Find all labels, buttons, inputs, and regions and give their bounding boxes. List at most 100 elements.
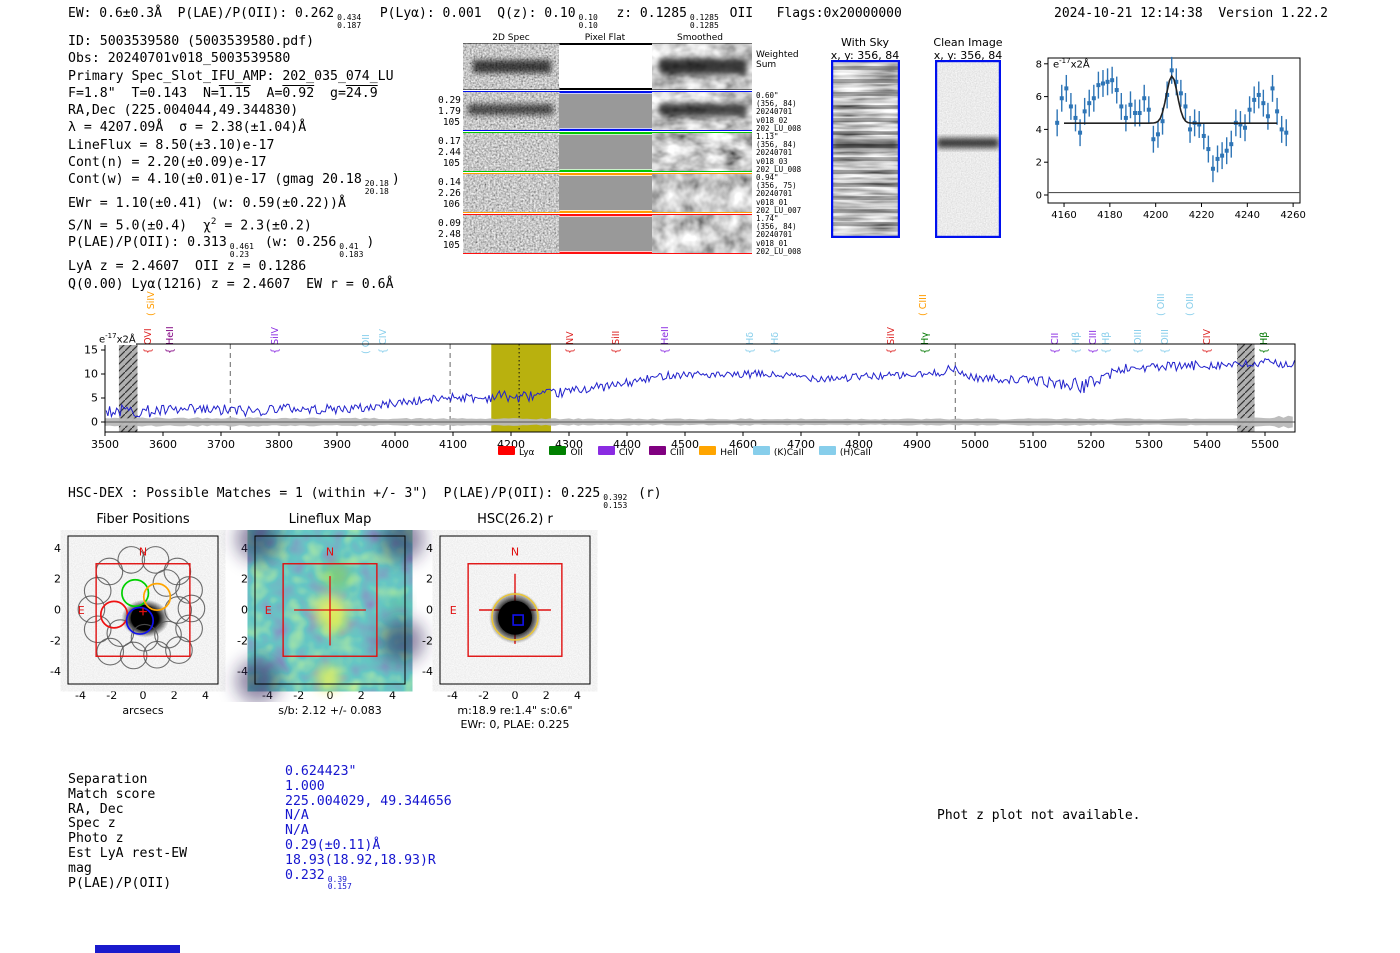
legend-item: (K)CaII <box>752 446 804 458</box>
table-row-label: Photo z <box>68 831 124 847</box>
table-row-value: 1.000 <box>285 778 325 794</box>
table-row: Est LyA rest-EW 0.29(±0.11)Å <box>68 838 380 861</box>
spectrum-legend: Lyα OII CIV CIII HeII (K)CaII (H)CaII <box>498 446 871 458</box>
table-row: mag 18.93(18.92,18.93)R <box>68 853 436 876</box>
svg-text:N: N <box>326 545 334 558</box>
svg-text:15: 15 <box>84 344 98 357</box>
panel-xlabel: arcsecs <box>122 704 164 717</box>
panel-xlabel: m:18.9 re:1.4" s:0.6" <box>457 704 573 717</box>
table-row-value: 0.232 0.39 0.157 <box>285 867 352 892</box>
table-row-label: Spec z <box>68 816 116 832</box>
svg-text:4900: 4900 <box>903 438 931 451</box>
svg-text:4: 4 <box>574 689 581 702</box>
emission-line-label: ( OIII <box>1184 293 1196 316</box>
svg-text:2: 2 <box>241 573 248 586</box>
svg-text:2: 2 <box>543 689 550 702</box>
svg-text:3500: 3500 <box>91 438 119 451</box>
svg-text:2: 2 <box>426 573 433 586</box>
emission-line-label: ( CIII <box>918 294 930 316</box>
svg-text:N: N <box>139 545 147 558</box>
svg-text:5400: 5400 <box>1193 438 1221 451</box>
svg-text:4: 4 <box>389 689 396 702</box>
svg-text:3700: 3700 <box>207 438 235 451</box>
match-table: Separation 0.624423" Match score 1.000 RA, D… <box>68 764 452 891</box>
emission-line-labels-layer: { OVI( SiIV{ HeII{ SiIV( OII{ CIV{ NV{ S… <box>0 0 1400 354</box>
svg-text:5500: 5500 <box>1251 438 1279 451</box>
table-row-label: P(LAE)/P(OII) <box>68 875 172 891</box>
table-row: P(LAE)/P(OII) 0.232 0.39 0.157 <box>68 868 352 891</box>
legend-swatch <box>597 446 615 455</box>
partial-next-report <box>95 945 180 953</box>
stacked-uncertainty: 0.39 0.157 <box>327 874 352 892</box>
svg-text:4100: 4100 <box>439 438 467 451</box>
svg-text:5100: 5100 <box>1019 438 1047 451</box>
legend-swatch <box>549 446 567 455</box>
stacked-uncertainty: 0.392 0.153 <box>603 493 628 510</box>
photz-note: Phot z plot not available. <box>937 808 1141 823</box>
svg-text:0: 0 <box>241 604 248 617</box>
table-row-label: mag <box>68 860 92 876</box>
svg-text:3900: 3900 <box>323 438 351 451</box>
svg-text:5000: 5000 <box>961 438 989 451</box>
svg-text:-2: -2 <box>422 634 433 647</box>
svg-text:-4: -4 <box>447 689 458 702</box>
svg-text:0: 0 <box>426 604 433 617</box>
legend-item: HeII <box>699 446 738 458</box>
svg-text:0: 0 <box>91 416 98 429</box>
table-row-value: N/A <box>285 823 309 839</box>
svg-text:0: 0 <box>327 689 334 702</box>
legend-swatch <box>648 446 666 455</box>
svg-text:4: 4 <box>426 542 433 555</box>
table-row-label: RA, Dec <box>68 801 124 817</box>
table-row-value: 18.93(18.92,18.93)R <box>285 852 436 868</box>
panel-xlabel: s/b: 2.12 +/- 0.083 <box>278 704 382 717</box>
hscdex-match-header: HSC-DEX : Possible Matches = 1 (within +… <box>68 486 662 510</box>
mainspec-unit-label: e-17x2Å <box>99 332 136 346</box>
legend-swatch <box>699 446 717 455</box>
table-row: Spec z N/A <box>68 808 309 832</box>
svg-text:4000: 4000 <box>381 438 409 451</box>
table-row-label: Separation <box>68 772 148 787</box>
table-row-value: N/A <box>285 808 309 824</box>
elixer-report-page: EW: 0.6±0.3Å P(LAE)/P(OII): 0.262 0.434 0.… <box>0 0 1400 953</box>
svg-text:10: 10 <box>84 368 98 381</box>
legend-swatch <box>498 446 515 455</box>
hsc-image-panel: HSC(26.2) r -4 -4 -2 -2 0 0 2 2 4 4 N Em:18.9 re:1.4… <box>400 512 630 731</box>
svg-text:E: E <box>450 604 457 617</box>
panel-title: Lineflux Map <box>288 512 372 527</box>
svg-text:E: E <box>78 604 85 617</box>
svg-text:-2: -2 <box>478 689 489 702</box>
svg-text:-4: -4 <box>50 665 61 678</box>
panel-title: Fiber Positions <box>96 512 190 527</box>
table-row: Match score 1.000 <box>68 779 325 802</box>
svg-text:3600: 3600 <box>149 438 177 451</box>
svg-text:-2: -2 <box>50 634 61 647</box>
svg-text:-4: -4 <box>422 665 433 678</box>
svg-text:-2: -2 <box>106 689 117 702</box>
table-row-label: Match score <box>68 786 156 802</box>
svg-text:3800: 3800 <box>265 438 293 451</box>
svg-text:0: 0 <box>512 689 519 702</box>
panel-xlabel: EWr: 0, PLAE: 0.225 <box>460 718 570 731</box>
svg-text:N: N <box>511 545 519 558</box>
table-row: Separation 0.624423" <box>68 764 356 787</box>
svg-text:2: 2 <box>54 573 61 586</box>
legend-item: CIII <box>648 446 684 458</box>
svg-text:0: 0 <box>54 604 61 617</box>
table-row-value: 0.29(±0.11)Å <box>285 837 381 853</box>
svg-text:0: 0 <box>140 689 147 702</box>
legend-item: OII <box>549 446 583 458</box>
svg-text:5200: 5200 <box>1077 438 1105 451</box>
svg-text:-2: -2 <box>293 689 304 702</box>
svg-text:5300: 5300 <box>1135 438 1163 451</box>
svg-text:E: E <box>265 604 272 617</box>
legend-swatch <box>818 446 836 455</box>
svg-text:4: 4 <box>202 689 209 702</box>
svg-text:2: 2 <box>171 689 178 702</box>
svg-text:5: 5 <box>91 392 98 405</box>
panel-title: HSC(26.2) r <box>477 512 553 527</box>
svg-text:4: 4 <box>54 542 61 555</box>
table-row: Photo z N/A <box>68 823 309 847</box>
svg-text:2: 2 <box>358 689 365 702</box>
legend-item: (H)CaII <box>818 446 871 458</box>
